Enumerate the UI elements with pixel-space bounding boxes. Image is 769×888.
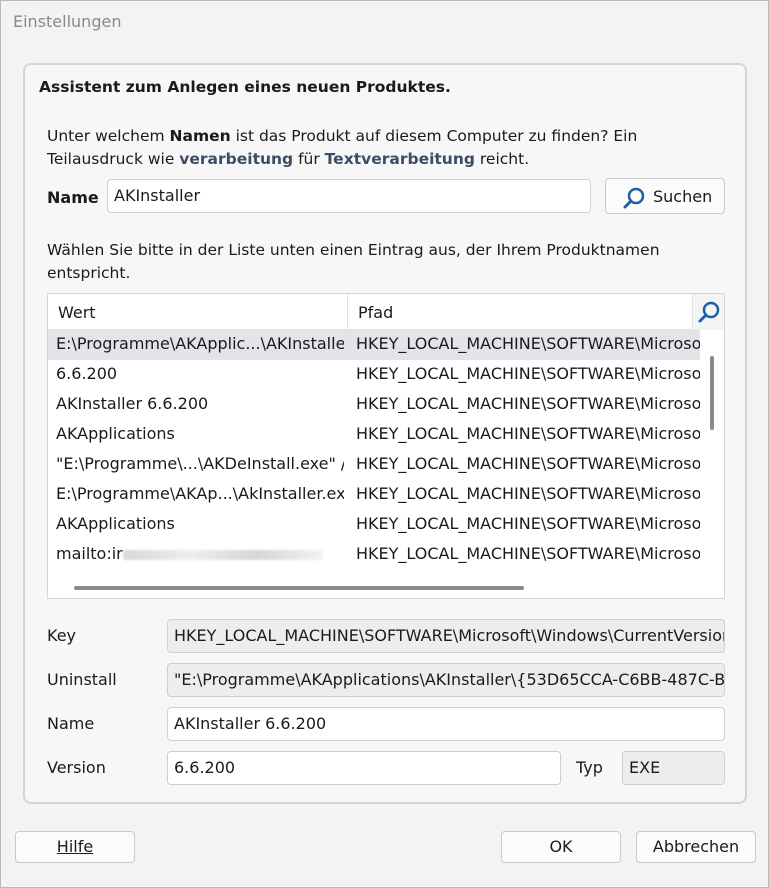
cell-wert: mailto:ir xyxy=(56,544,344,563)
intro-part: reicht. xyxy=(474,150,530,168)
intro-text: Unter welchem Namen ist das Produkt auf … xyxy=(47,125,697,171)
cell-pfad: HKEY_LOCAL_MACHINE\SOFTWARE\Microsoft\ xyxy=(356,454,700,473)
wizard-heading: Assistent zum Anlegen eines neuen Produk… xyxy=(39,78,451,96)
cell-wert-text: mailto:ir xyxy=(56,544,123,563)
typ-label: Typ xyxy=(576,758,603,777)
intro-part: Unter welchem xyxy=(47,127,170,145)
uninstall-label: Uninstall xyxy=(47,670,117,689)
search-name-input[interactable]: AKInstaller xyxy=(107,179,591,213)
cell-wert: AKApplications xyxy=(56,514,175,533)
intro-bold-name: Namen xyxy=(169,127,231,145)
cell-pfad: HKEY_LOCAL_MACHINE\SOFTWARE\Microsoft\ xyxy=(356,394,700,413)
cell-pfad: HKEY_LOCAL_MACHINE\SOFTWARE\Microsoft\ xyxy=(356,334,700,353)
table-row[interactable]: E:\Programme\AKApplic...\AKInstaller HKEY… xyxy=(48,330,700,360)
cell-pfad: HKEY_LOCAL_MACHINE\SOFTWARE\Microsoft\ xyxy=(356,544,700,563)
window-title: Einstellungen xyxy=(13,12,122,31)
version-label: Version xyxy=(47,758,106,777)
vertical-scrollbar[interactable] xyxy=(710,356,714,430)
intro-example: verarbeitung xyxy=(179,150,294,168)
search-icon xyxy=(698,301,720,323)
dialog-window: Einstellungen Assistent zum Anlegen eine… xyxy=(0,0,769,888)
cell-pfad: HKEY_LOCAL_MACHINE\SOFTWARE\Microsoft\ xyxy=(356,424,700,443)
column-header-pfad[interactable]: Pfad xyxy=(358,303,393,322)
cell-pfad: HKEY_LOCAL_MACHINE\SOFTWARE\Microsoft\ xyxy=(356,364,700,383)
cancel-button[interactable]: Abbrechen xyxy=(636,831,756,863)
cell-wert: E:\Programme\AKAp...\AkInstaller.exe xyxy=(56,484,344,503)
cell-wert: E:\Programme\AKApplic...\AKInstaller xyxy=(56,334,344,353)
uninstall-field[interactable]: "E:\Programme\AKApplications\AKInstaller… xyxy=(167,663,725,697)
table-row[interactable]: "E:\Programme\...\AKDeInstall.exe" /x HKE… xyxy=(48,450,700,480)
redacted-text xyxy=(122,549,323,560)
results-grid[interactable]: Wert Pfad E:\Programme\AKApplic...\AKIns… xyxy=(47,293,725,599)
table-row[interactable]: AKApplications HKEY_LOCAL_MACHINE\SOFTWAR… xyxy=(48,510,700,540)
help-button[interactable]: Hilfe xyxy=(15,831,135,863)
key-label: Key xyxy=(47,626,77,645)
cell-pfad: HKEY_LOCAL_MACHINE\SOFTWARE\Microsoft\ xyxy=(356,484,700,503)
typ-field[interactable]: EXE xyxy=(622,751,725,785)
intro-part: für xyxy=(293,150,325,168)
list-intro-text: Wählen Sie bitte in der Liste unten eine… xyxy=(47,241,660,282)
product-name-field[interactable]: AKInstaller 6.6.200 xyxy=(167,707,725,741)
cell-wert: "E:\Programme\...\AKDeInstall.exe" /x xyxy=(56,454,344,473)
column-header-wert[interactable]: Wert xyxy=(58,303,96,322)
search-button-label: Suchen xyxy=(653,187,713,206)
grid-search-button[interactable] xyxy=(692,294,724,330)
version-field[interactable]: 6.6.200 xyxy=(167,751,561,785)
table-row[interactable]: 6.6.200 HKEY_LOCAL_MACHINE\SOFTWARE\Micro… xyxy=(48,360,700,390)
title-bar: Einstellungen xyxy=(1,1,768,45)
intro-example: Textverarbeitung xyxy=(324,150,475,168)
cell-wert: AKApplications xyxy=(56,424,175,443)
search-button[interactable]: Suchen xyxy=(605,178,725,214)
table-row[interactable]: AKInstaller 6.6.200 HKEY_LOCAL_MACHINE\SO… xyxy=(48,390,700,420)
table-row[interactable]: mailto:ir HKEY_LOCAL_MACHINE\SOFTWARE\Mic… xyxy=(48,540,700,570)
grid-rows: E:\Programme\AKApplic...\AKInstaller HKEY… xyxy=(48,330,700,570)
search-icon xyxy=(622,186,646,214)
cell-pfad: HKEY_LOCAL_MACHINE\SOFTWARE\Microsoft\ xyxy=(356,514,700,533)
product-name-label: Name xyxy=(47,714,95,733)
column-divider[interactable] xyxy=(347,294,348,330)
horizontal-scrollbar[interactable] xyxy=(74,586,524,590)
grid-header: Wert Pfad xyxy=(48,294,724,330)
wizard-panel: Assistent zum Anlegen eines neuen Produk… xyxy=(23,63,747,804)
table-row[interactable]: AKApplications HKEY_LOCAL_MACHINE\SOFTWAR… xyxy=(48,420,700,450)
ok-button[interactable]: OK xyxy=(501,831,621,863)
cell-wert: 6.6.200 xyxy=(56,364,118,383)
cell-wert: AKInstaller 6.6.200 xyxy=(56,394,209,413)
table-row[interactable]: E:\Programme\AKAp...\AkInstaller.exe HKEY… xyxy=(48,480,700,510)
key-field[interactable]: HKEY_LOCAL_MACHINE\SOFTWARE\Microsoft\Wi… xyxy=(167,619,725,653)
help-button-label: Hilfe xyxy=(56,837,94,856)
search-name-label: Name xyxy=(47,188,99,207)
